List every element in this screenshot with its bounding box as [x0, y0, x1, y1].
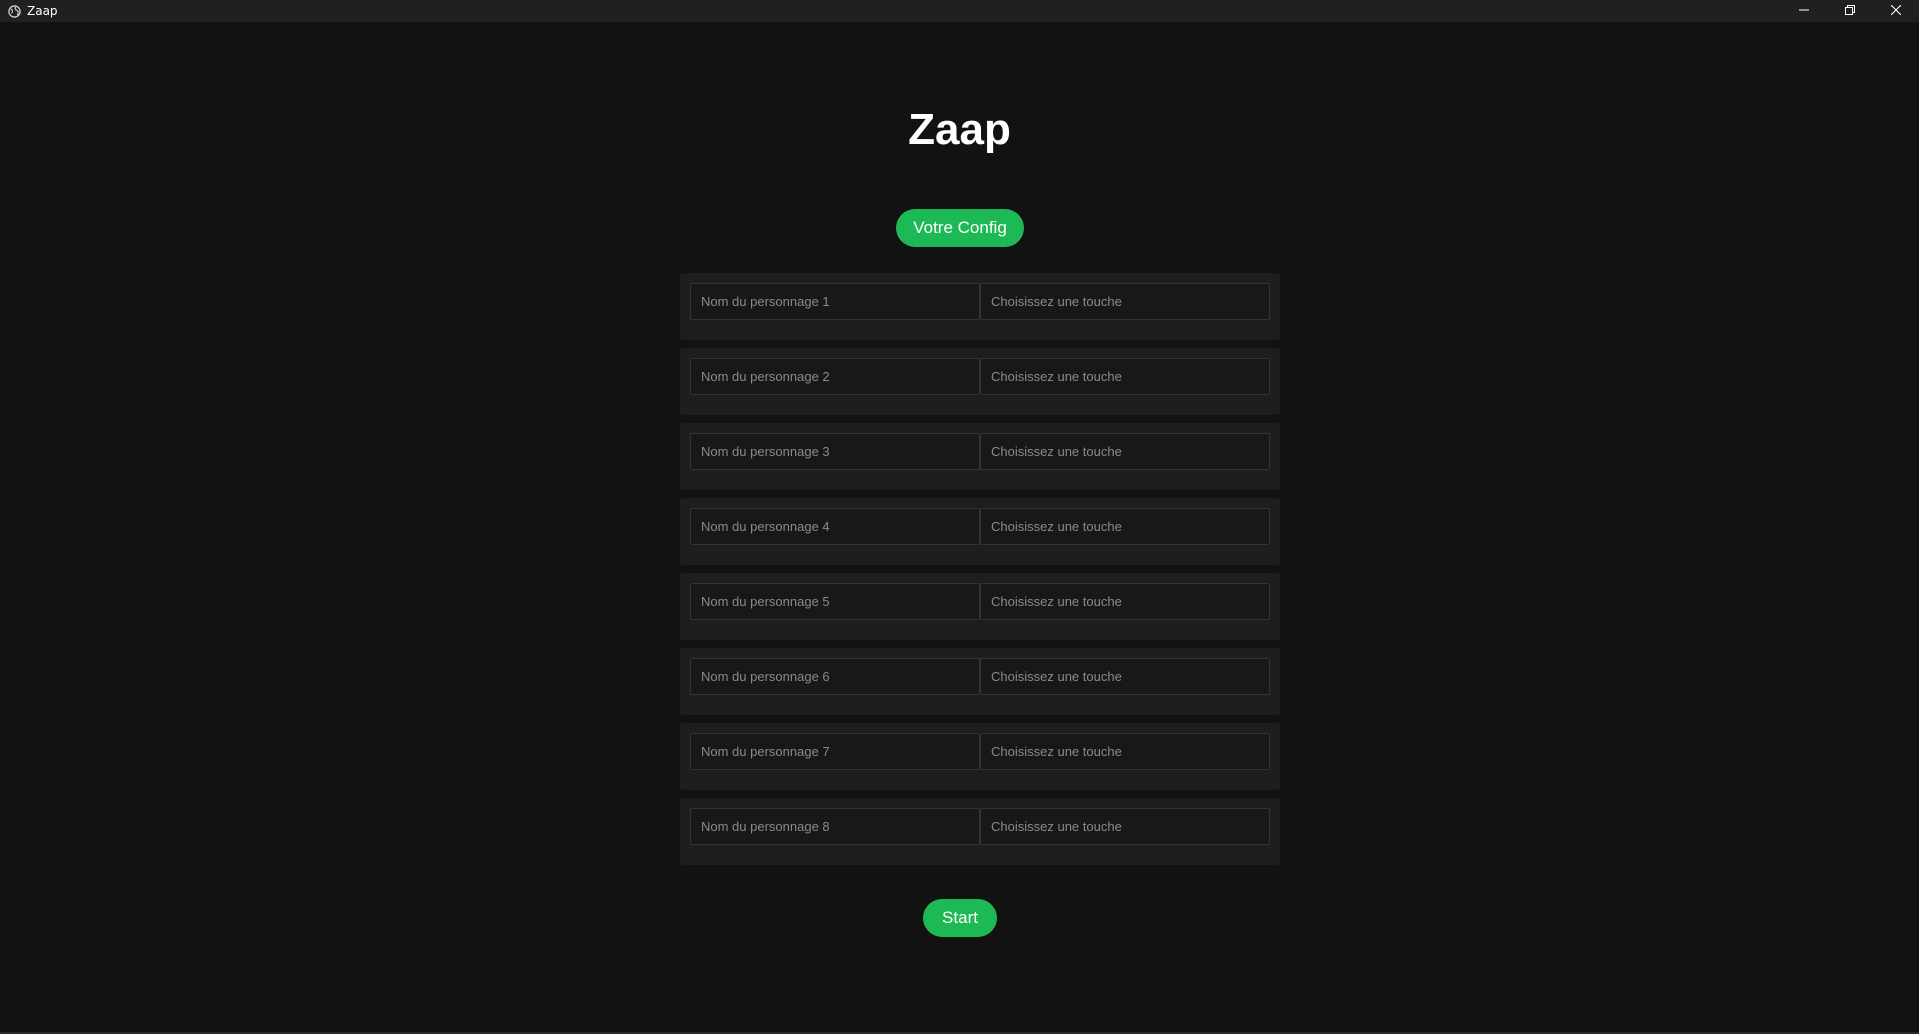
character-row: [680, 348, 1280, 415]
character-name-input[interactable]: [690, 508, 980, 545]
window-controls: [1781, 0, 1919, 22]
maximize-button[interactable]: [1827, 0, 1873, 22]
character-row: [680, 648, 1280, 715]
key-input[interactable]: [980, 658, 1270, 695]
character-row: [680, 723, 1280, 790]
title-bar: Zaap: [0, 0, 1919, 22]
key-input[interactable]: [980, 733, 1270, 770]
page-title: Zaap: [908, 105, 1011, 154]
character-name-input[interactable]: [690, 583, 980, 620]
globe-icon: [7, 4, 21, 18]
close-icon: [1890, 2, 1902, 20]
key-input[interactable]: [980, 283, 1270, 320]
start-button[interactable]: Start: [923, 899, 997, 937]
character-name-input[interactable]: [690, 433, 980, 470]
character-row: [680, 498, 1280, 565]
character-name-input[interactable]: [690, 808, 980, 845]
character-name-input[interactable]: [690, 658, 980, 695]
minimize-button[interactable]: [1781, 0, 1827, 22]
character-name-input[interactable]: [690, 358, 980, 395]
character-row: [680, 798, 1280, 865]
window-title: Zaap: [27, 4, 58, 18]
character-row: [680, 273, 1280, 340]
minimize-icon: [1799, 2, 1809, 20]
character-list: [680, 273, 1280, 873]
character-name-input[interactable]: [690, 733, 980, 770]
character-name-input[interactable]: [690, 283, 980, 320]
character-row: [680, 423, 1280, 490]
key-input[interactable]: [980, 433, 1270, 470]
close-button[interactable]: [1873, 0, 1919, 22]
config-button[interactable]: Votre Config: [896, 209, 1024, 247]
character-row: [680, 573, 1280, 640]
key-input[interactable]: [980, 508, 1270, 545]
key-input[interactable]: [980, 358, 1270, 395]
key-input[interactable]: [980, 808, 1270, 845]
restore-icon: [1845, 2, 1855, 20]
key-input[interactable]: [980, 583, 1270, 620]
